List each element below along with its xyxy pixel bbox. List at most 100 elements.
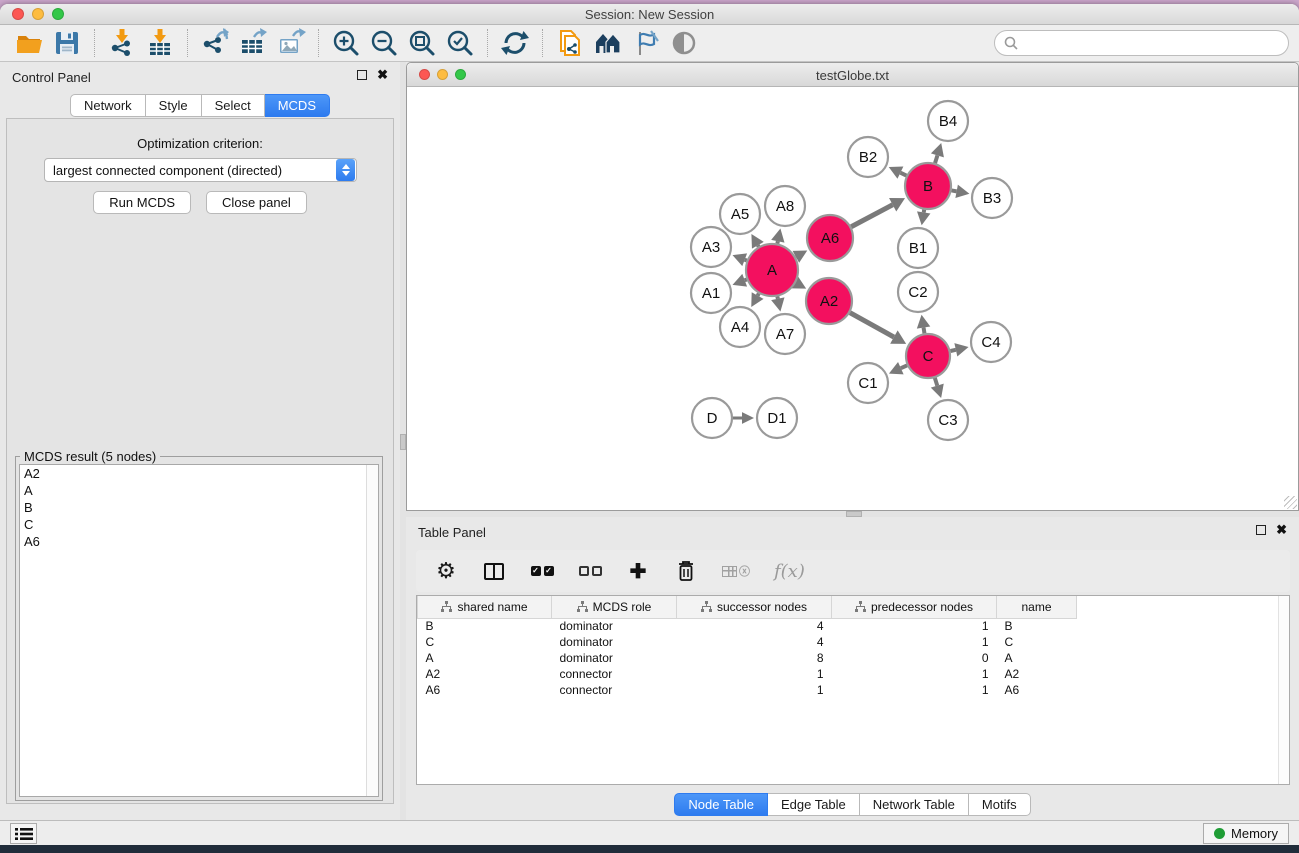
graph-edge[interactable]	[758, 245, 759, 246]
table-cell[interactable]: 1	[677, 666, 832, 682]
network-canvas[interactable]: AA6A2BCA1A3A4A5A7A8B1B2B3B4C1C2C3C4DD1	[407, 88, 1298, 510]
memory-button[interactable]: Memory	[1203, 823, 1289, 844]
function-builder-icon[interactable]: f(x)	[774, 558, 805, 584]
import-network-icon[interactable]	[106, 27, 138, 59]
graph-edge[interactable]	[745, 260, 747, 261]
column-header[interactable]: name	[997, 596, 1077, 618]
table-row[interactable]: A6connector11A6	[418, 682, 1077, 698]
column-header[interactable]: predecessor nodes	[832, 596, 997, 618]
column-header[interactable]: successor nodes	[677, 596, 832, 618]
table-cell[interactable]: 4	[677, 634, 832, 650]
zoom-selected-icon[interactable]	[444, 27, 476, 59]
table-row[interactable]: Bdominator41B	[418, 618, 1077, 634]
criterion-dropdown[interactable]: largest connected component (directed)	[44, 158, 357, 182]
table-cell[interactable]: A6	[997, 682, 1077, 698]
table-row[interactable]: Cdominator41C	[418, 634, 1077, 650]
apply-layout-icon[interactable]	[499, 27, 531, 59]
table-cell[interactable]: 1	[832, 682, 997, 698]
table-cell[interactable]: 8	[677, 650, 832, 666]
run-mcds-button[interactable]: Run MCDS	[93, 191, 191, 214]
table-cell[interactable]: dominator	[552, 650, 677, 666]
table-row[interactable]: Adominator80A	[418, 650, 1077, 666]
column-header[interactable]: shared name	[418, 596, 552, 618]
graph-edge[interactable]	[935, 155, 937, 163]
save-session-icon[interactable]	[51, 27, 83, 59]
network-graph[interactable]: AA6A2BCA1A3A4A5A7A8B1B2B3B4C1C2C3C4DD1	[407, 88, 1298, 510]
mcds-result-list[interactable]: A2ABCA6	[19, 464, 379, 797]
graph-edge[interactable]	[850, 313, 894, 337]
tab-select[interactable]: Select	[202, 94, 265, 117]
table-cell[interactable]: 4	[677, 618, 832, 634]
graph-edge[interactable]	[851, 205, 892, 227]
table-cell[interactable]: 1	[832, 666, 997, 682]
table-cell[interactable]: B	[418, 618, 552, 634]
delete-table-icon[interactable]: ⓧ	[722, 558, 750, 584]
tab-motifs[interactable]: Motifs	[969, 793, 1031, 816]
add-column-icon[interactable]: ✚	[626, 558, 650, 584]
import-table-icon[interactable]	[144, 27, 176, 59]
float-panel-icon[interactable]	[357, 70, 367, 80]
table-cell[interactable]: B	[997, 618, 1077, 634]
close-panel-icon[interactable]: ✖	[377, 70, 388, 80]
mcds-result-item[interactable]: A	[20, 482, 378, 499]
graph-edge[interactable]	[924, 328, 925, 334]
tab-mcds[interactable]: MCDS	[265, 94, 330, 117]
table-cell[interactable]: A	[997, 650, 1077, 666]
hide-selection-icon[interactable]	[630, 27, 662, 59]
graph-edge[interactable]	[745, 280, 747, 281]
column-header[interactable]: MCDS role	[552, 596, 677, 618]
open-session-icon[interactable]	[13, 27, 45, 59]
tab-edge-table[interactable]: Edge Table	[768, 793, 860, 816]
table-cell[interactable]: dominator	[552, 634, 677, 650]
table-cell[interactable]: C	[997, 634, 1077, 650]
first-neighbors-icon[interactable]	[592, 27, 624, 59]
mcds-result-item[interactable]: B	[20, 499, 378, 516]
mcds-result-item[interactable]: A2	[20, 465, 378, 482]
graph-edge[interactable]	[758, 294, 759, 296]
deselect-all-icon[interactable]	[578, 558, 602, 584]
table-scrollbar[interactable]	[1278, 596, 1289, 784]
select-all-icon[interactable]: ✓✓	[530, 558, 554, 584]
task-history-button[interactable]	[10, 823, 37, 844]
tab-network-table[interactable]: Network Table	[860, 793, 969, 816]
zoom-out-icon[interactable]	[368, 27, 400, 59]
new-network-from-selection-icon[interactable]	[554, 27, 586, 59]
table-cell[interactable]: 1	[832, 618, 997, 634]
mcds-result-item[interactable]: C	[20, 516, 378, 533]
graph-edge[interactable]	[952, 190, 957, 191]
table-cell[interactable]: A2	[418, 666, 552, 682]
graph-edge[interactable]	[901, 365, 907, 368]
zoom-in-icon[interactable]	[330, 27, 362, 59]
table-cell[interactable]: 0	[832, 650, 997, 666]
table-options-gear-icon[interactable]: ⚙	[434, 558, 458, 584]
delete-column-icon[interactable]	[674, 558, 698, 584]
table-cell[interactable]: A	[418, 650, 552, 666]
tab-node-table[interactable]: Node Table	[674, 793, 768, 816]
table-cell[interactable]: C	[418, 634, 552, 650]
search-field[interactable]	[994, 30, 1289, 56]
table-cell[interactable]: A2	[997, 666, 1077, 682]
zoom-fit-icon[interactable]	[406, 27, 438, 59]
table-cell[interactable]: connector	[552, 666, 677, 682]
show-all-icon[interactable]	[668, 27, 700, 59]
export-table-icon[interactable]	[237, 27, 269, 59]
table-cell[interactable]: dominator	[552, 618, 677, 634]
export-network-icon[interactable]	[199, 27, 231, 59]
tab-network[interactable]: Network	[70, 94, 146, 117]
export-image-icon[interactable]	[275, 27, 307, 59]
show-columns-icon[interactable]	[482, 558, 506, 584]
table-row[interactable]: A2connector11A2	[418, 666, 1077, 682]
graph-edge[interactable]	[935, 378, 937, 386]
graph-edge[interactable]	[900, 173, 906, 176]
graph-edge[interactable]	[950, 350, 955, 351]
table-cell[interactable]: 1	[677, 682, 832, 698]
table-cell[interactable]: 1	[832, 634, 997, 650]
result-list-scrollbar[interactable]	[366, 465, 378, 796]
table-cell[interactable]: connector	[552, 682, 677, 698]
table-cell[interactable]: A6	[418, 682, 552, 698]
mcds-result-item[interactable]: A6	[20, 533, 378, 550]
close-panel-icon[interactable]: ✖	[1276, 525, 1287, 535]
float-panel-icon[interactable]	[1256, 525, 1266, 535]
search-input[interactable]	[1019, 36, 1280, 51]
resize-grip-icon[interactable]	[1284, 496, 1297, 509]
